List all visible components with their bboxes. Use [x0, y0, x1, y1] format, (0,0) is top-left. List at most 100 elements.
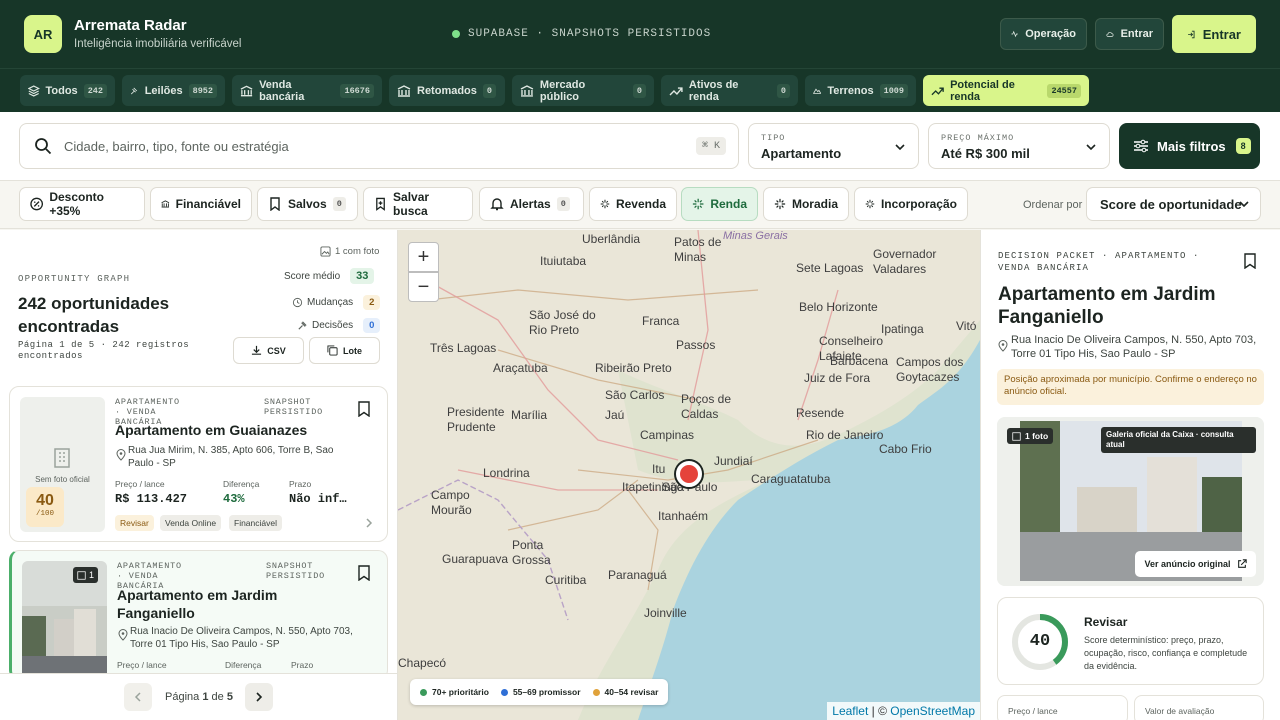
search-input[interactable]: Cidade, bairro, tipo, fonte ou estratégi… — [19, 123, 739, 169]
chevron-down-icon — [1239, 201, 1249, 208]
app-header: AR Arremata Radar Inteligência imobiliár… — [0, 0, 1280, 68]
opportunity-card[interactable]: Sem foto oficial 40 /100 APARTAMENTO · V… — [9, 386, 388, 542]
map-view[interactable]: Chapecó Joinville Paranaguá Curitiba Guarapu… — [398, 230, 980, 720]
osm-link[interactable]: OpenStreetMap — [890, 704, 975, 718]
bookmark-icon[interactable] — [357, 401, 371, 417]
map-city-label: Chapecó — [398, 656, 447, 670]
map-city-label: Campo Mourão — [431, 488, 472, 517]
chevron-left-icon — [134, 692, 141, 702]
history-icon — [292, 297, 303, 308]
map-city-label: Poços de Caldas — [681, 392, 732, 421]
chip-moradia[interactable]: Moradia — [763, 187, 849, 221]
prazo-label: Prazo — [289, 479, 312, 489]
tipo-select[interactable]: TIPO Apartamento — [748, 123, 919, 169]
category-ativos-de-renda[interactable]: Ativos de renda 0 — [661, 75, 798, 106]
map-city-label: Uberlândia — [582, 232, 641, 246]
category-label: Terrenos — [827, 84, 874, 97]
category-count: 24557 — [1047, 83, 1081, 98]
next-page-button[interactable] — [245, 683, 273, 711]
official-gallery[interactable]: 1 foto Galeria oficial da Caixa · consul… — [997, 417, 1264, 586]
verdict-description: Score determinístico: preço, prazo, ocup… — [1084, 635, 1248, 671]
connection-status: SUPABASE · SNAPSHOTS PERSISTIDOS — [452, 28, 711, 40]
chip-renda[interactable]: Renda — [681, 187, 758, 221]
category-potencial-de-renda[interactable]: Potencial de renda 24557 — [923, 75, 1089, 106]
operacao-button[interactable]: Operação — [1000, 18, 1087, 50]
card-snapshot: SNAPSHOT PERSISTIDO — [266, 561, 326, 581]
sort-select[interactable]: Score de oportunidade — [1086, 187, 1261, 221]
legend-item: 40–54 revisar — [592, 687, 658, 697]
packet-label: DECISION PACKET · APARTAMENTO · VENDA BA… — [998, 251, 1200, 273]
detail-panel: DECISION PACKET · APARTAMENTO · VENDA BA… — [980, 230, 1280, 720]
chip-salvar-busca[interactable]: Salvar busca — [363, 187, 473, 221]
activity-icon — [1011, 30, 1018, 38]
chip-financiável[interactable]: Financiável — [150, 187, 252, 221]
bookmark-icon[interactable] — [357, 565, 371, 581]
search-shortcut: ⌘ K — [695, 137, 726, 155]
status-dot-icon — [452, 30, 460, 38]
gavel-icon — [130, 87, 138, 94]
chip-desconto-35-[interactable]: Desconto +35% — [19, 187, 145, 221]
diferenca-label: Diferença — [223, 479, 260, 489]
chip-alertas[interactable]: Alertas 0 — [479, 187, 584, 221]
gallery-label: Galeria oficial da Caixa · consulta atua… — [1101, 427, 1256, 453]
map-pin-icon — [998, 340, 1008, 352]
chip-incorporação[interactable]: Incorporação — [854, 187, 968, 221]
zoom-out-button[interactable]: − — [408, 272, 439, 302]
category-venda-bancária[interactable]: Venda bancária 16676 — [232, 75, 382, 106]
opportunity-card-selected[interactable]: 1 APARTAMENTO · VENDA BANCÁRIA SNAPSHOT … — [9, 550, 388, 696]
sparkle-icon — [774, 198, 786, 210]
diferenca-value: 43% — [223, 492, 245, 506]
zoom-in-button[interactable]: + — [408, 242, 439, 272]
ver-anuncio-button[interactable]: Ver anúncio original — [1135, 551, 1256, 577]
category-terrenos[interactable]: Terrenos 1009 — [805, 75, 916, 106]
category-leilões[interactable]: Leilões 8952 — [122, 75, 225, 106]
prazo-value: Não inf… — [289, 492, 347, 506]
entrar-button[interactable]: Entrar — [1172, 15, 1256, 53]
brand-tagline: Inteligência imobiliária verificável — [74, 38, 242, 50]
category-count: 0 — [776, 83, 790, 98]
category-todos[interactable]: Todos 242 — [20, 75, 115, 106]
category-label: Mercado público — [539, 78, 586, 103]
search-placeholder: Cidade, bairro, tipo, fonte ou estratégi… — [64, 138, 289, 154]
tag-pill: Revisar — [115, 515, 154, 531]
map-legend: 70+ prioritário 55–69 promissor 40–54 revi… — [410, 679, 669, 705]
preco-box: Preço / lance — [997, 695, 1128, 720]
diferenca-label: Diferença — [225, 660, 262, 670]
bookmark-icon[interactable] — [1243, 253, 1257, 269]
card-address: Rua Jua Mirim, N. 385, Apto 606, Torre B… — [128, 445, 334, 469]
map-pin-icon — [118, 629, 128, 641]
map-city-label: Juiz de Fora — [804, 371, 871, 385]
legend-item: 70+ prioritário — [420, 687, 489, 697]
card-score: 40 /100 — [26, 487, 64, 527]
csv-button[interactable]: CSV — [233, 337, 304, 364]
category-count: 1009 — [879, 83, 908, 98]
category-count: 8952 — [188, 83, 217, 98]
category-retomados[interactable]: Retomados 0 — [389, 75, 505, 106]
chip-count: 0 — [556, 197, 570, 211]
app-logo[interactable]: AR — [24, 15, 62, 53]
map-city-label: Presidente Prudente — [447, 405, 505, 434]
map-attribution: Leaflet | © OpenStreetMap — [827, 702, 980, 720]
image-icon — [1012, 431, 1021, 441]
quick-filter-row: Ordenar por Score de oportunidade Descon… — [0, 181, 1280, 229]
category-label: Venda bancária — [259, 78, 305, 103]
chip-revenda[interactable]: Revenda — [589, 187, 677, 221]
mais-filtros-button[interactable]: Mais filtros 8 — [1119, 123, 1260, 169]
leaflet-link[interactable]: Leaflet — [832, 704, 868, 718]
selected-location-marker[interactable] — [676, 461, 702, 487]
bank-icon — [520, 84, 534, 97]
preco-select[interactable]: PREÇO MÁXIMO Até R$ 300 mil — [928, 123, 1110, 169]
chip-salvos[interactable]: Salvos 0 — [257, 187, 358, 221]
bell-icon — [490, 198, 504, 211]
chevron-right-icon[interactable] — [365, 517, 373, 529]
lote-button[interactable]: Lote — [309, 337, 380, 364]
no-photo-label: Sem foto oficial — [35, 475, 90, 484]
category-mercado-público[interactable]: Mercado público 0 — [512, 75, 654, 106]
verdict: Revisar — [1084, 615, 1128, 629]
section-label: OPPORTUNITY GRAPH — [18, 274, 131, 284]
category-label: Potencial de renda — [950, 78, 1015, 103]
prev-page-button[interactable] — [124, 683, 152, 711]
location-warning: Posição aproximada por município. Confir… — [997, 369, 1264, 405]
entrar-secondary-button[interactable]: Entrar — [1095, 18, 1164, 50]
map-city-label: Três Lagoas — [430, 341, 497, 355]
